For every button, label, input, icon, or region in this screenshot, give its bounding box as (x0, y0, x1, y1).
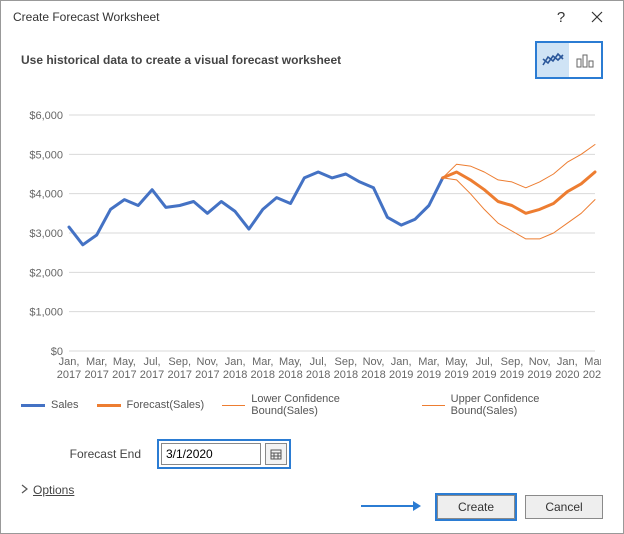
legend-item: Forecast(Sales) (97, 393, 205, 417)
help-button[interactable]: ? (543, 3, 579, 31)
svg-text:Jul,: Jul, (476, 356, 493, 368)
svg-text:Sep,: Sep, (501, 356, 524, 368)
svg-text:2017: 2017 (167, 369, 191, 381)
window-title: Create Forecast Worksheet (13, 10, 543, 24)
instruction-text: Use historical data to create a visual f… (21, 53, 535, 67)
chevron-right-icon (21, 483, 29, 497)
svg-text:May,: May, (445, 356, 468, 368)
forecast-end-input[interactable] (161, 443, 261, 465)
forecast-end-label: Forecast End (21, 447, 141, 461)
titlebar: Create Forecast Worksheet ? (1, 1, 623, 33)
svg-text:Mar,: Mar, (584, 356, 601, 368)
line-chart-icon (542, 51, 564, 69)
svg-text:Jan,: Jan, (391, 356, 412, 368)
svg-text:Sep,: Sep, (168, 356, 191, 368)
svg-text:May,: May, (113, 356, 136, 368)
column-chart-button[interactable] (569, 43, 601, 77)
close-button[interactable] (579, 3, 615, 31)
create-forecast-dialog: Create Forecast Worksheet ? Use historic… (0, 0, 624, 534)
forecast-chart: $0$1,000$2,000$3,000$4,000$5,000$6,000Ja… (21, 109, 603, 389)
svg-text:Jan,: Jan, (59, 356, 80, 368)
svg-text:May,: May, (279, 356, 302, 368)
svg-text:Mar,: Mar, (86, 356, 107, 368)
svg-text:Sep,: Sep, (335, 356, 358, 368)
line-chart-button[interactable] (537, 43, 569, 77)
svg-text:2020: 2020 (583, 369, 601, 381)
svg-text:Nov,: Nov, (529, 356, 551, 368)
create-button[interactable]: Create (437, 495, 515, 519)
svg-text:2017: 2017 (140, 369, 164, 381)
svg-text:2018: 2018 (278, 369, 302, 381)
svg-text:$4,000: $4,000 (29, 189, 63, 201)
svg-text:Mar,: Mar, (252, 356, 273, 368)
legend-item: Sales (21, 393, 79, 417)
svg-text:2019: 2019 (527, 369, 551, 381)
dialog-footer: Create Cancel (361, 495, 603, 519)
legend-item: Lower Confidence Bound(Sales) (222, 393, 403, 417)
svg-text:$2,000: $2,000 (29, 267, 63, 279)
svg-text:2019: 2019 (472, 369, 496, 381)
svg-text:Jul,: Jul, (143, 356, 160, 368)
svg-text:$6,000: $6,000 (29, 110, 63, 122)
svg-text:2017: 2017 (57, 369, 81, 381)
svg-text:2017: 2017 (112, 369, 136, 381)
legend-item: Upper Confidence Bound(Sales) (422, 393, 603, 417)
svg-text:2019: 2019 (500, 369, 524, 381)
svg-text:Nov,: Nov, (197, 356, 219, 368)
svg-text:$5,000: $5,000 (29, 149, 63, 161)
svg-text:2019: 2019 (444, 369, 468, 381)
svg-text:2017: 2017 (195, 369, 219, 381)
svg-text:Nov,: Nov, (363, 356, 385, 368)
svg-text:$1,000: $1,000 (29, 307, 63, 319)
svg-text:$3,000: $3,000 (29, 228, 63, 240)
svg-text:2019: 2019 (417, 369, 441, 381)
svg-text:2018: 2018 (334, 369, 358, 381)
svg-text:2018: 2018 (223, 369, 247, 381)
arrow-annotation (361, 496, 421, 519)
column-chart-icon (575, 51, 595, 69)
svg-text:2018: 2018 (251, 369, 275, 381)
forecast-end-input-group (157, 439, 291, 469)
svg-text:Jan,: Jan, (557, 356, 578, 368)
svg-text:2018: 2018 (306, 369, 330, 381)
chart-legend: Sales Forecast(Sales) Lower Confidence B… (21, 393, 603, 417)
svg-text:Jul,: Jul, (310, 356, 327, 368)
cancel-button[interactable]: Cancel (525, 495, 603, 519)
date-picker-button[interactable] (265, 443, 287, 465)
svg-text:2018: 2018 (361, 369, 385, 381)
calendar-icon (270, 448, 282, 460)
svg-text:2020: 2020 (555, 369, 579, 381)
svg-text:2019: 2019 (389, 369, 413, 381)
chart-type-toggle (535, 41, 603, 79)
svg-text:Mar,: Mar, (418, 356, 439, 368)
svg-text:2017: 2017 (84, 369, 108, 381)
svg-text:Jan,: Jan, (225, 356, 246, 368)
